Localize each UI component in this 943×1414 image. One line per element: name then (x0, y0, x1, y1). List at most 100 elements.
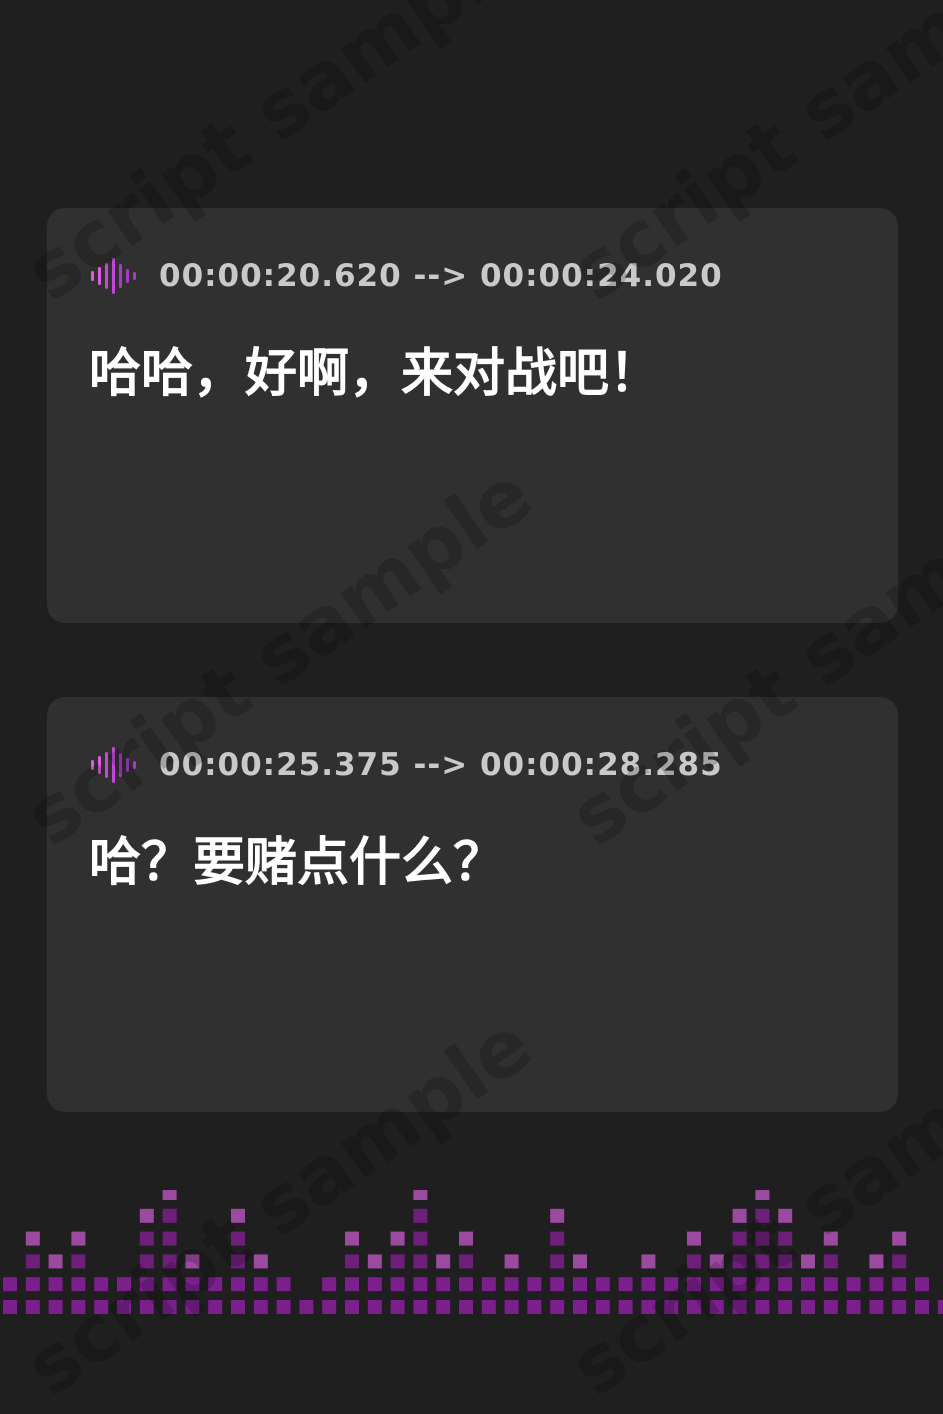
equalizer-block (345, 1231, 359, 1246)
equalizer-block (937, 1300, 943, 1314)
equalizer-block (162, 1254, 177, 1269)
equalizer-block (801, 1277, 815, 1292)
equalizer-block (732, 1208, 747, 1223)
equalizer-block (71, 1231, 86, 1246)
equalizer-block (413, 1300, 428, 1314)
equalizer-block (25, 1277, 40, 1292)
equalizer-block (481, 1300, 496, 1314)
equalizer-block (390, 1300, 405, 1314)
equalizer-block (573, 1254, 587, 1269)
equalizer-block (117, 1300, 131, 1314)
timestamp-row: 00:00:20.620 --> 00:00:24.020 (89, 256, 723, 296)
subtitle-card: 00:00:25.375 --> 00:00:28.285 哈？要赌点什么？ (47, 697, 898, 1112)
equalizer-block (778, 1208, 793, 1223)
equalizer-block (185, 1300, 200, 1314)
equalizer-block (162, 1190, 177, 1200)
equalizer-block (253, 1277, 268, 1292)
equalizer-block (231, 1208, 245, 1223)
sound-wave-icon (91, 258, 136, 294)
equalizer-block (48, 1254, 63, 1269)
equalizer-block (25, 1231, 40, 1246)
equalizer-block (94, 1300, 109, 1314)
equalizer-block (3, 1277, 17, 1292)
equalizer-block (823, 1300, 838, 1314)
equalizer-block (71, 1277, 86, 1292)
equalizer-block (481, 1277, 496, 1292)
equalizer-block (459, 1254, 473, 1269)
equalizer-block (276, 1277, 291, 1292)
equalizer-block (778, 1300, 793, 1314)
equalizer-block (618, 1277, 633, 1292)
equalizer-block (687, 1300, 701, 1314)
equalizer-block (527, 1300, 542, 1314)
equalizer-block (117, 1277, 131, 1292)
equalizer-block (276, 1300, 291, 1314)
equalizer-block (208, 1277, 223, 1292)
equalizer-block (915, 1300, 929, 1314)
equalizer-block (755, 1277, 770, 1292)
equalizer-block (367, 1254, 382, 1269)
equalizer-block (618, 1300, 633, 1314)
equalizer-block (869, 1254, 884, 1269)
equalizer-block (139, 1231, 154, 1246)
equalizer-block (3, 1300, 17, 1314)
equalizer-block (253, 1254, 268, 1269)
equalizer-block (755, 1190, 770, 1200)
equalizer-block (823, 1277, 838, 1292)
equalizer-block (345, 1300, 359, 1314)
equalizer-block (732, 1300, 747, 1314)
equalizer-block (139, 1277, 154, 1292)
equalizer-block (504, 1300, 519, 1314)
equalizer-block (345, 1254, 359, 1269)
equalizer-block (801, 1300, 815, 1314)
equalizer-block (687, 1231, 701, 1246)
equalizer-block (436, 1300, 451, 1314)
equalizer-block (778, 1231, 793, 1246)
equalizer-block (823, 1231, 838, 1246)
equalizer-block (641, 1277, 656, 1292)
equalizer-block (550, 1231, 565, 1246)
equalizer-block (504, 1254, 519, 1269)
equalizer-block (755, 1208, 770, 1223)
equalizer-block (299, 1300, 314, 1314)
equalizer-block (71, 1300, 86, 1314)
equalizer-block (550, 1300, 565, 1314)
equalizer-block (162, 1231, 177, 1246)
equalizer-block (94, 1277, 109, 1292)
equalizer-block (231, 1300, 245, 1314)
equalizer-block (413, 1231, 428, 1246)
equalizer-block (459, 1231, 473, 1246)
equalizer-block (527, 1277, 542, 1292)
equalizer-block (778, 1277, 793, 1292)
equalizer-block (413, 1190, 428, 1200)
equalizer-block (459, 1300, 473, 1314)
timestamp-row: 00:00:25.375 --> 00:00:28.285 (89, 745, 723, 785)
subtitle-text: 哈？要赌点什么？ (89, 833, 506, 893)
equalizer-block (709, 1277, 724, 1292)
equalizer-block (709, 1300, 724, 1314)
equalizer-block (413, 1277, 428, 1292)
equalizer-block (345, 1277, 359, 1292)
equalizer-block (185, 1254, 200, 1269)
equalizer-block (322, 1300, 337, 1314)
timestamp-label: 00:00:25.375 --> 00:00:28.285 (159, 747, 723, 783)
equalizer-block (869, 1300, 884, 1314)
equalizer-block (436, 1277, 451, 1292)
equalizer-block (641, 1254, 656, 1269)
equalizer-block (687, 1277, 701, 1292)
equalizer-block (732, 1254, 747, 1269)
equalizer-block (892, 1277, 907, 1292)
equalizer-block (732, 1231, 747, 1246)
equalizer-block (367, 1277, 382, 1292)
equalizer-block (573, 1300, 587, 1314)
equalizer-block (664, 1300, 679, 1314)
equalizer-block (25, 1300, 40, 1314)
timestamp-label: 00:00:20.620 --> 00:00:24.020 (159, 258, 723, 294)
equalizer-block (162, 1300, 177, 1314)
equalizer-block (504, 1277, 519, 1292)
equalizer-block (390, 1254, 405, 1269)
equalizer-block (892, 1231, 907, 1246)
sound-wave-icon (91, 747, 136, 783)
equalizer-block (390, 1231, 405, 1246)
equalizer-block (48, 1300, 63, 1314)
